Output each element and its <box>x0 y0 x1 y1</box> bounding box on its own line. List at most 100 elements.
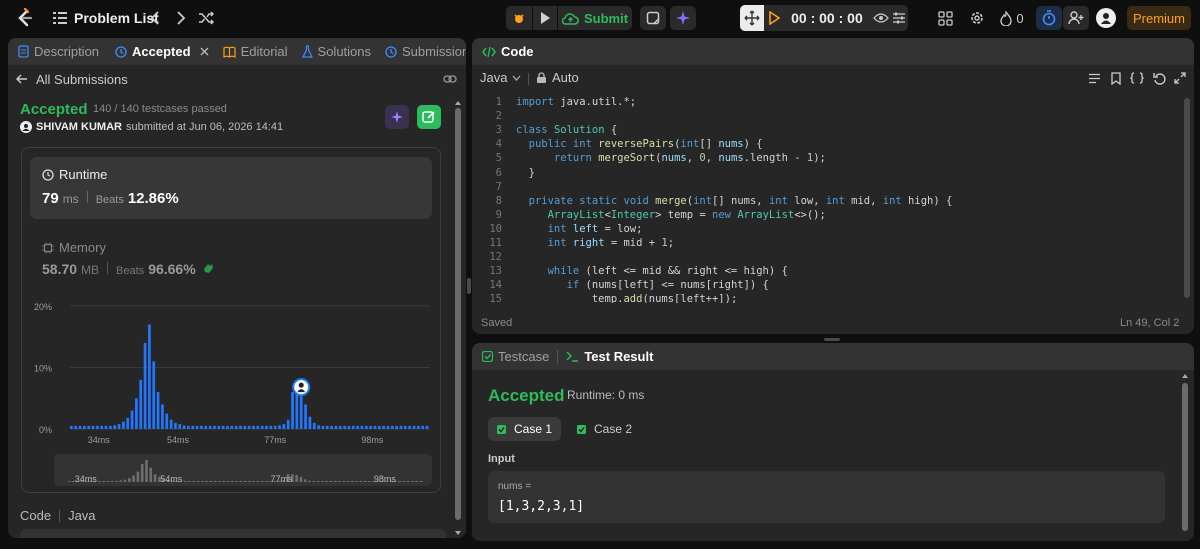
bookmark-icon[interactable] <box>1108 70 1124 86</box>
scroll-thumb[interactable] <box>455 108 461 520</box>
edit-code-button[interactable] <box>417 105 441 129</box>
chart-bar[interactable] <box>403 425 407 429</box>
chart-bar[interactable] <box>304 404 307 429</box>
reset-icon[interactable] <box>1151 70 1167 86</box>
code-line[interactable]: 10 int left = low; <box>472 222 1172 236</box>
chart-bar[interactable] <box>364 425 368 429</box>
chart-bar[interactable] <box>360 425 364 429</box>
braces-icon[interactable] <box>1129 70 1145 86</box>
language-select[interactable]: Java <box>480 70 521 85</box>
chart-bar[interactable] <box>273 425 277 429</box>
chart-bar[interactable] <box>373 425 377 429</box>
code-line[interactable]: 14 if (nums[left] <= nums[right]) { <box>472 278 1172 292</box>
chart-bar[interactable] <box>299 395 303 429</box>
code-line[interactable]: 11 int right = mid + 1; <box>472 236 1172 250</box>
chart-bar[interactable] <box>343 425 346 429</box>
chart-bar[interactable] <box>113 425 117 429</box>
chart-bar[interactable] <box>330 425 333 429</box>
chart-bar[interactable] <box>421 425 425 429</box>
code-line[interactable]: 4 public int reversePairs(int[] nums) { <box>472 137 1172 151</box>
chart-bar[interactable] <box>265 425 268 429</box>
chart-bar[interactable] <box>135 398 138 429</box>
chart-bar[interactable] <box>139 379 143 429</box>
chart-bar[interactable] <box>91 425 95 429</box>
analyze-ai-button[interactable] <box>385 105 409 129</box>
chart-bar[interactable] <box>321 425 325 429</box>
vertical-resize-handle[interactable] <box>467 278 471 294</box>
tab-description[interactable]: Description <box>18 44 99 59</box>
chart-bar[interactable] <box>395 425 398 429</box>
shuffle-icon[interactable] <box>196 9 216 27</box>
submit-button[interactable]: Submit <box>558 6 632 30</box>
chart-bar[interactable] <box>243 425 247 429</box>
chart-bar[interactable] <box>104 425 108 429</box>
chart-bar[interactable] <box>74 425 78 429</box>
drag-move-icon[interactable] <box>740 5 764 31</box>
chart-bar[interactable] <box>195 425 199 429</box>
problem-list-icon[interactable] <box>52 10 68 26</box>
code-line[interactable]: 5 return mergeSort(nums, 0, nums.length … <box>472 151 1172 165</box>
chart-bar[interactable] <box>143 342 147 429</box>
chart-bar[interactable] <box>356 425 359 429</box>
code-line[interactable]: 2 <box>472 109 1172 123</box>
code-line[interactable]: 6 } <box>472 166 1172 180</box>
case-2-tab[interactable]: Case 2 <box>568 417 641 441</box>
chart-bar[interactable] <box>78 425 82 429</box>
run-button[interactable] <box>533 6 557 30</box>
tab-solutions[interactable]: Solutions <box>301 44 371 59</box>
tab-accepted[interactable]: Accepted <box>115 44 209 59</box>
chart-bar[interactable] <box>325 425 329 429</box>
chart-bar[interactable] <box>117 424 121 429</box>
chart-bar[interactable] <box>369 425 372 429</box>
next-problem-icon[interactable] <box>172 9 190 27</box>
left-scrollbar[interactable] <box>454 100 462 536</box>
add-user-button[interactable] <box>1063 6 1089 30</box>
chart-bar[interactable] <box>122 421 125 429</box>
code-line[interactable]: 8 private static void merge(int[] nums, … <box>472 194 1172 208</box>
code-line[interactable]: 13 while (left <= mid && right <= high) … <box>472 264 1172 278</box>
editor-scrollbar[interactable] <box>1184 90 1192 310</box>
chart-bar[interactable] <box>390 425 394 429</box>
settings-gear-icon[interactable] <box>968 9 986 27</box>
chart-bar[interactable] <box>221 425 225 429</box>
back-to-submissions[interactable]: All Submissions <box>16 70 128 88</box>
tab-test-result[interactable]: Test Result <box>566 349 653 364</box>
chart-bar[interactable] <box>377 425 381 429</box>
chart-bar[interactable] <box>308 416 312 429</box>
chart-bar[interactable] <box>282 424 286 429</box>
memory-card[interactable]: Memory 58.70 MB Beats 96.66% <box>30 228 432 288</box>
focus-timer-button[interactable] <box>1036 6 1062 30</box>
chart-bar[interactable] <box>217 425 221 429</box>
chart-bar[interactable] <box>156 392 160 429</box>
chart-bar[interactable] <box>334 425 338 429</box>
chart-bar[interactable] <box>87 425 91 429</box>
chart-bar[interactable] <box>230 425 234 429</box>
submitter-name[interactable]: SHIVAM KUMAR <box>36 121 122 133</box>
maximize-icon[interactable] <box>1172 70 1188 86</box>
ai-assist-button[interactable] <box>670 6 696 30</box>
avatar[interactable] <box>1096 8 1116 28</box>
code-line[interactable]: 15 temp.add(nums[left++]); <box>472 292 1172 303</box>
notes-button[interactable] <box>640 6 666 30</box>
chart-bar[interactable] <box>152 361 156 429</box>
timer-play-icon[interactable] <box>764 5 786 31</box>
chart-bar[interactable] <box>260 425 264 429</box>
chart-bar[interactable] <box>425 425 429 429</box>
streak-counter[interactable]: 0 <box>998 9 1026 27</box>
prev-problem-icon[interactable] <box>146 9 164 27</box>
chart-bar[interactable] <box>291 392 294 429</box>
chart-bar[interactable] <box>83 425 86 429</box>
result-scroll-thumb[interactable] <box>1182 383 1188 531</box>
chart-bar[interactable] <box>234 425 238 429</box>
code-editor[interactable]: 1 import java.util.*; 2 3 class Solution {4 … <box>472 95 1184 303</box>
chart-bar[interactable] <box>317 425 320 429</box>
chart-bar[interactable] <box>70 425 73 429</box>
chart-bar[interactable] <box>239 425 242 429</box>
chart-bar[interactable] <box>169 419 173 429</box>
chart-bar[interactable] <box>399 425 403 429</box>
editor-scroll-thumb[interactable] <box>1184 98 1190 298</box>
format-icon[interactable] <box>1086 70 1102 86</box>
chart-bar[interactable] <box>187 425 190 429</box>
chart-bar[interactable] <box>386 425 390 429</box>
premium-button[interactable]: Premium <box>1127 6 1191 30</box>
